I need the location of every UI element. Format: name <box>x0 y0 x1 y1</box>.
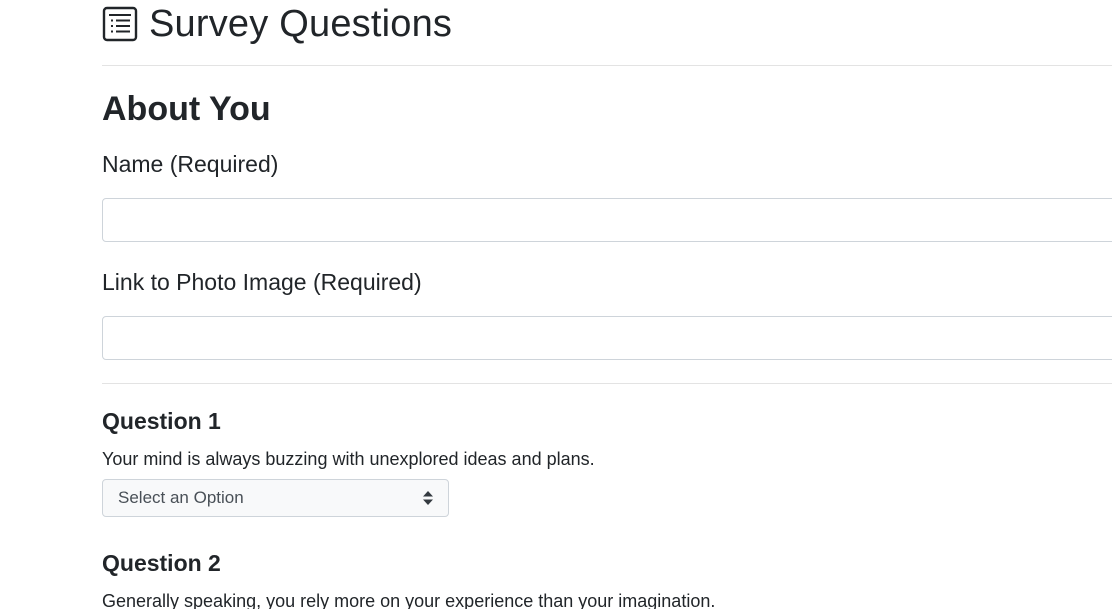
photo-link-input[interactable] <box>102 316 1112 360</box>
select-arrows-icon <box>422 490 434 506</box>
question-1-text: Your mind is always buzzing with unexplo… <box>102 449 595 469</box>
photo-link-label: Link to Photo Image (Required) <box>102 269 422 295</box>
page-title: Survey Questions <box>149 3 453 45</box>
question-2-title: Question 2 <box>102 550 221 576</box>
question-2-text: Generally speaking, you rely more on you… <box>102 591 716 609</box>
question-1-select[interactable]: Select an Option <box>102 479 449 517</box>
name-label: Name (Required) <box>102 151 279 177</box>
section-divider <box>102 383 1112 384</box>
header-divider <box>102 65 1112 66</box>
survey-list-icon <box>102 6 138 42</box>
name-input[interactable] <box>102 198 1112 242</box>
question-1-select-value: Select an Option <box>118 488 244 507</box>
question-1-title: Question 1 <box>102 408 221 434</box>
section-title-about-you: About You <box>102 90 271 128</box>
page-header: Survey Questions <box>102 2 452 46</box>
page: Survey Questions About You Name (Require… <box>0 0 1112 609</box>
